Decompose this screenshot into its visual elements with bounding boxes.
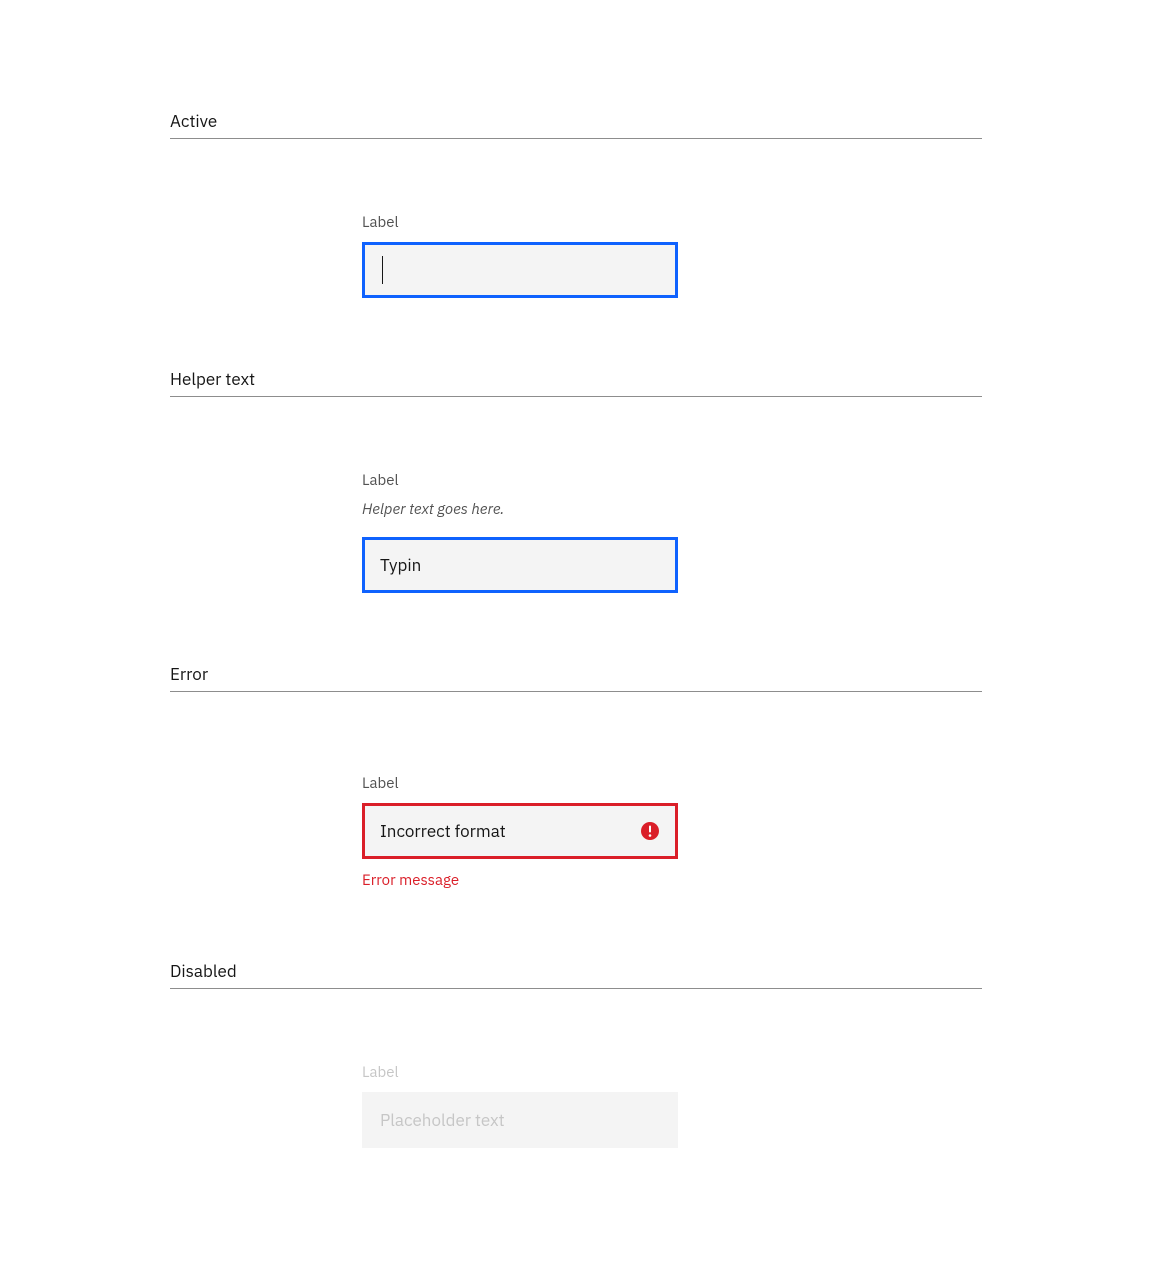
section-title-active: Active — [170, 110, 982, 139]
text-input-active[interactable] — [362, 242, 678, 298]
label-active: Label — [362, 213, 678, 232]
field-active: Label — [362, 213, 678, 298]
section-disabled: Disabled Label — [170, 960, 982, 1148]
field-error: Label Error message — [362, 774, 678, 890]
error-message: Error message — [362, 871, 678, 890]
section-title-error: Error — [170, 663, 982, 692]
section-title-helper: Helper text — [170, 368, 982, 397]
label-helper: Label — [362, 471, 678, 490]
section-active: Active Label — [170, 110, 982, 298]
text-input-helper[interactable] — [362, 537, 678, 593]
section-error: Error Label Error message — [170, 663, 982, 890]
section-helper-text: Helper text Label Helper text goes here. — [170, 368, 982, 593]
field-disabled: Label — [362, 1063, 678, 1148]
helper-text: Helper text goes here. — [362, 500, 678, 519]
text-input-error[interactable] — [362, 803, 678, 859]
section-title-disabled: Disabled — [170, 960, 982, 989]
states-spec-page: Active Label Helper text Label Helper te… — [0, 0, 1152, 1268]
label-error: Label — [362, 774, 678, 793]
field-helper: Label Helper text goes here. — [362, 471, 678, 593]
label-disabled: Label — [362, 1063, 678, 1082]
text-input-disabled — [362, 1092, 678, 1148]
input-error-wrap — [362, 803, 678, 859]
